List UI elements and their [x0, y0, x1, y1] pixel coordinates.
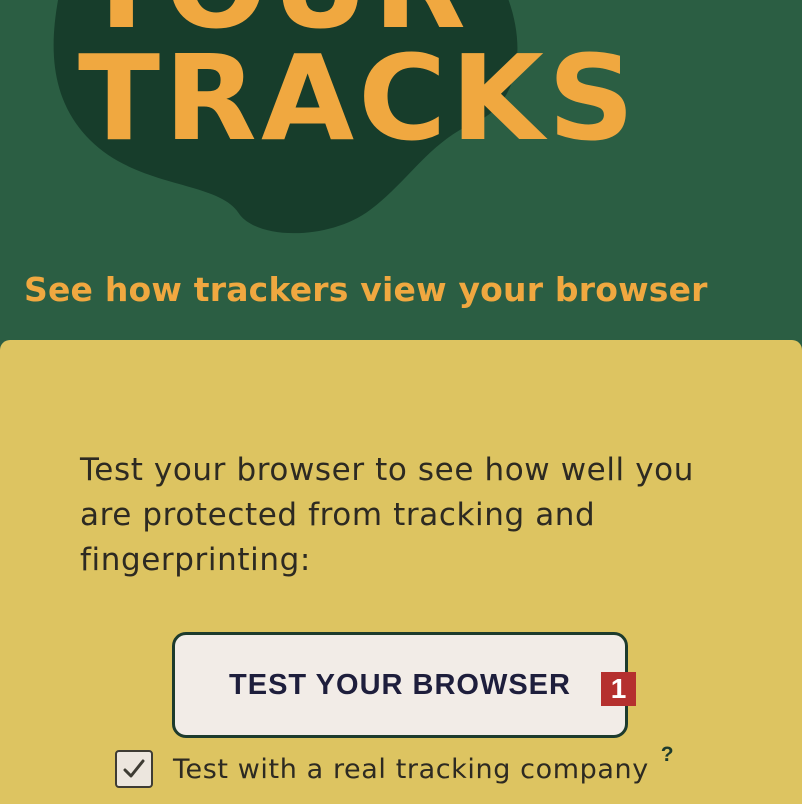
panel-description: Test your browser to see how well you ar… — [80, 452, 694, 578]
hero-title: YOUR TRACKS — [78, 0, 639, 167]
test-your-browser-button[interactable]: TEST YOUR BROWSER — [172, 632, 628, 738]
real-tracking-option: Test with a real tracking company ? — [115, 743, 674, 788]
checkmark-icon — [123, 759, 145, 778]
hero-subtitle: See how trackers view your browser — [24, 270, 708, 309]
real-tracking-label: Test with a real tracking company — [173, 753, 649, 785]
test-button-label: TEST YOUR BROWSER — [229, 668, 571, 701]
real-tracking-checkbox[interactable] — [115, 750, 153, 788]
hero-title-line2: TRACKS — [78, 29, 639, 167]
marker-badge: 1 — [601, 672, 636, 706]
page: YOUR TRACKS See how trackers view your b… — [0, 0, 802, 804]
test-panel: Test your browser to see how well you ar… — [0, 340, 802, 804]
help-question-icon[interactable]: ? — [661, 743, 674, 767]
